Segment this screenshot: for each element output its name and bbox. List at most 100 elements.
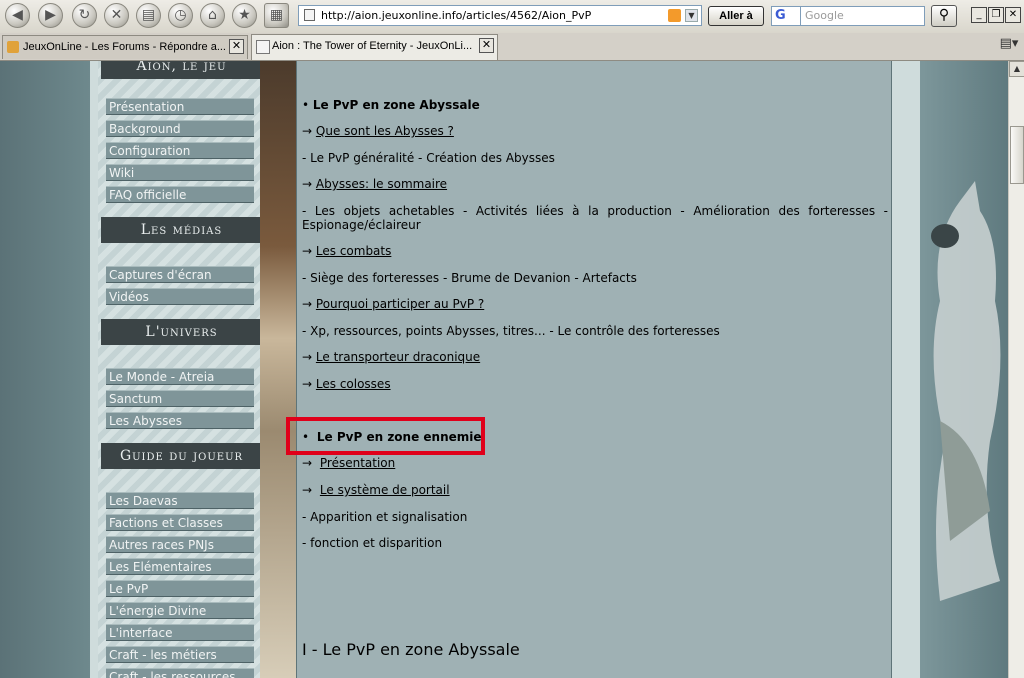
scroll-up-icon[interactable]: ▲ <box>1009 61 1024 77</box>
minimize-icon[interactable]: _ <box>971 7 987 23</box>
link-pourquoi[interactable]: Pourquoi participer au PvP ? <box>316 297 484 311</box>
page-scrollbar[interactable]: ▲ <box>1008 61 1024 678</box>
toc-entry: → Le système de portail <box>302 483 450 497</box>
sidebar-item-abysses[interactable]: Les Abysses <box>106 412 254 429</box>
toc-description: - Les objets achetables - Activités liée… <box>302 204 888 232</box>
link-combats[interactable]: Les combats <box>316 244 391 258</box>
sidebar-item-craft-ressources[interactable]: Craft - les ressources <box>106 668 254 678</box>
search-input[interactable]: Google <box>801 6 925 26</box>
sidebar-item-elementaires[interactable]: Les Elémentaires <box>106 558 254 575</box>
toc-description: - Le PvP généralité - Création des Abyss… <box>302 151 555 165</box>
close-icon[interactable]: ✕ <box>1005 7 1021 23</box>
arrow-icon: → <box>302 177 313 191</box>
tab-label: JeuxOnLine - Les Forums - Répondre a... <box>23 41 226 53</box>
browser-toolbar: ◀ ▶ ↻ ✕ ▤ ◷ ⌂ ★ ▦ http://aion.jeuxonline… <box>0 0 1024 34</box>
link-sommaire[interactable]: Abysses: le sommaire <box>316 177 447 191</box>
toc-description: - Xp, ressources, points Abysses, titres… <box>302 324 720 338</box>
sidebar-item-presentation[interactable]: Présentation <box>106 98 254 115</box>
reload-icon[interactable]: ↻ <box>72 3 97 28</box>
toc-entry: → Pourquoi participer au PvP ? <box>302 297 484 311</box>
toc-entry: → Présentation <box>302 456 395 470</box>
close-tab-icon[interactable]: ✕ <box>479 38 494 53</box>
web-page: Aion, le jeu Présentation Background Con… <box>0 61 1024 678</box>
toc-entry: → Abysses: le sommaire <box>302 177 447 191</box>
sidebar-item-factions[interactable]: Factions et Classes <box>106 514 254 531</box>
sidebar-item-configuration[interactable]: Configuration <box>106 142 254 159</box>
link-colosses[interactable]: Les colosses <box>316 377 391 391</box>
link-portail[interactable]: Le système de portail <box>320 483 450 497</box>
link-presentation[interactable]: Présentation <box>320 456 395 470</box>
sidebar-item-monde[interactable]: Le Monde - Atreia <box>106 368 254 385</box>
sidebar-item-background[interactable]: Background <box>106 120 254 137</box>
background-right <box>920 61 1008 678</box>
forward-icon[interactable]: ▶ <box>38 3 63 28</box>
link-abysses[interactable]: Que sont les Abysses ? <box>316 124 454 138</box>
stop-icon[interactable]: ✕ <box>104 3 129 28</box>
decorative-artwork <box>260 61 296 678</box>
bullet: • <box>302 98 310 112</box>
sidebar-item-energie[interactable]: L'énergie Divine <box>106 602 254 619</box>
sidebar-item-daevas[interactable]: Les Daevas <box>106 492 254 509</box>
creature-illustration <box>931 181 1001 601</box>
sidebar-item-wiki[interactable]: Wiki <box>106 164 254 181</box>
rss-icon[interactable] <box>668 9 681 22</box>
arrow-icon: → <box>302 456 313 470</box>
tab-forums[interactable]: JeuxOnLine - Les Forums - Répondre a... … <box>2 35 248 59</box>
home-icon[interactable]: ⌂ <box>200 3 225 28</box>
tab-bar: JeuxOnLine - Les Forums - Répondre a... … <box>0 33 1024 61</box>
toc-description: - Siège des forteresses - Brume de Devan… <box>302 271 637 285</box>
background-left <box>0 61 90 678</box>
page-favicon-icon <box>304 9 315 21</box>
print-icon[interactable]: ▤ <box>136 3 161 28</box>
article-content: • Le PvP en zone Abyssale → Que sont les… <box>296 61 892 678</box>
sidebar-item-videos[interactable]: Vidéos <box>106 288 254 305</box>
toc-description: - Apparition et signalisation <box>302 510 468 524</box>
restore-icon[interactable]: ❐ <box>988 7 1004 23</box>
sidebar-heading: Les médias <box>101 217 262 243</box>
sidebar-item-races[interactable]: Autres races PNJs <box>106 536 254 553</box>
arrow-icon: → <box>302 297 313 311</box>
sidebar-heading: L'univers <box>101 319 262 345</box>
search-icon[interactable]: ⚲ <box>931 5 957 27</box>
sidebar-item-pvp[interactable]: Le PvP <box>106 580 254 597</box>
sidebar: Aion, le jeu Présentation Background Con… <box>98 61 268 678</box>
toc-entry: → Le transporteur draconique <box>302 350 480 364</box>
toc-description: - fonction et disparition <box>302 536 443 550</box>
sidebar-item-interface[interactable]: L'interface <box>106 624 254 641</box>
page-favicon-icon <box>256 40 270 54</box>
arrow-icon: → <box>302 244 313 258</box>
jol-favicon-icon <box>7 41 19 53</box>
close-tab-icon[interactable]: ✕ <box>229 39 244 54</box>
arrow-icon: → <box>302 124 313 138</box>
tab-aion[interactable]: Aion : The Tower of Eternity - JeuxOnLi.… <box>251 34 498 60</box>
address-bar[interactable]: http://aion.jeuxonline.info/articles/456… <box>298 5 702 26</box>
sidebar-item-screenshots[interactable]: Captures d'écran <box>106 266 254 283</box>
arrow-icon: → <box>302 350 313 364</box>
tab-list-icon[interactable]: ▤▾ <box>998 36 1020 54</box>
section-title-text: Le PvP en zone Abyssale <box>312 98 480 112</box>
arrow-icon: → <box>302 483 313 497</box>
bookmark-star-icon[interactable]: ★ <box>232 3 257 28</box>
arrow-icon: → <box>302 377 313 391</box>
section-title: • Le PvP en zone Abyssale <box>302 98 480 112</box>
toc-entry: → Les combats <box>302 244 391 258</box>
page-icon[interactable]: ▦ <box>264 3 289 28</box>
url-text: http://aion.jeuxonline.info/articles/456… <box>321 9 592 22</box>
sidebar-item-faq[interactable]: FAQ officielle <box>106 186 254 203</box>
toc-entry: → Les colosses <box>302 377 391 391</box>
back-icon[interactable]: ◀ <box>5 3 30 28</box>
history-icon[interactable]: ◷ <box>168 3 193 28</box>
article-heading: I - Le PvP en zone Abyssale <box>302 640 520 659</box>
tab-label: Aion : The Tower of Eternity - JeuxOnLi.… <box>272 40 473 52</box>
highlight-box <box>286 417 485 455</box>
scroll-thumb[interactable] <box>1010 126 1024 184</box>
search-engine-selector[interactable]: G <box>771 6 801 26</box>
site-container: Aion, le jeu Présentation Background Con… <box>90 61 920 678</box>
sidebar-item-craft-metiers[interactable]: Craft - les métiers <box>106 646 254 663</box>
go-button[interactable]: Aller à <box>708 6 764 26</box>
sidebar-item-sanctum[interactable]: Sanctum <box>106 390 254 407</box>
dropdown-icon[interactable]: ▼ <box>685 9 698 22</box>
sidebar-heading: Aion, le jeu <box>101 61 262 79</box>
sidebar-heading: Guide du joueur <box>101 443 262 469</box>
link-transporteur[interactable]: Le transporteur draconique <box>316 350 480 364</box>
